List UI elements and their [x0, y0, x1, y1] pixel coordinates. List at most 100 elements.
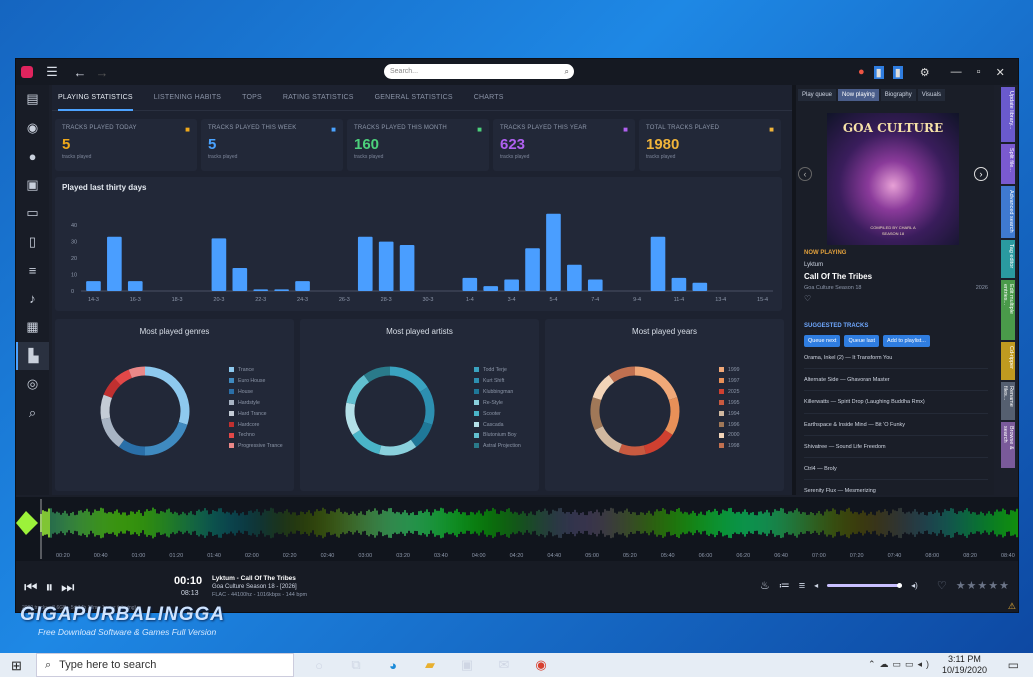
add-to-playlist-button[interactable]: Add to playlist... [883, 335, 930, 347]
explorer-icon[interactable]: ▰ [418, 657, 442, 673]
bar[interactable] [567, 264, 582, 291]
tab-playing-statistics[interactable]: PLAYING STATISTICS [58, 85, 133, 111]
donut-slice[interactable] [101, 417, 125, 448]
bar[interactable] [127, 281, 143, 291]
maximize-button[interactable]: ▫ [977, 66, 981, 78]
taskbar-search[interactable]: ⌕ Type here to search [36, 653, 294, 677]
donut-slice[interactable] [664, 397, 680, 435]
clock[interactable]: 3:11 PM 10/19/2020 [942, 654, 987, 676]
disc-icon[interactable]: ◉ [16, 114, 49, 143]
prev-art-icon[interactable]: ‹ [798, 167, 812, 181]
close-button[interactable]: ✕ [996, 66, 1005, 79]
bar[interactable] [357, 236, 373, 291]
flame-icon[interactable]: ♨ [760, 579, 770, 592]
donut-slice[interactable] [378, 439, 417, 456]
edge-icon[interactable]: ◕ [381, 658, 405, 673]
vertical-tab[interactable]: Browse & search [1001, 422, 1015, 468]
forward-icon[interactable]: → [91, 65, 113, 80]
tab-now-playing[interactable]: Now playing [838, 89, 879, 101]
donut-slice[interactable] [346, 374, 370, 405]
back-icon[interactable]: ← [69, 65, 91, 80]
settings-icon[interactable]: ⚙ [920, 66, 930, 79]
pause-icon[interactable]: ⏸ [46, 579, 54, 596]
vertical-tab[interactable]: Update library... [1001, 87, 1015, 142]
donut-slice[interactable] [643, 429, 673, 455]
bar[interactable] [525, 248, 540, 291]
vertical-tab[interactable]: Edit multiple entries... [1001, 280, 1015, 340]
donut-slice[interactable] [114, 369, 133, 386]
bar[interactable] [232, 267, 248, 291]
queue-icon[interactable]: ≔ [779, 579, 790, 592]
donut-slice[interactable] [128, 366, 146, 379]
cortana-icon[interactable]: ○ [307, 658, 331, 673]
artist-icon[interactable]: ● [16, 142, 49, 171]
donut-slice[interactable] [592, 374, 615, 401]
np-artist[interactable]: Lyktum [804, 262, 988, 268]
queue-last-button[interactable]: Queue last [844, 335, 880, 347]
layout-left-icon[interactable]: ▮ [873, 65, 884, 79]
minimize-button[interactable]: — [951, 66, 962, 78]
donut-slice[interactable] [594, 425, 623, 453]
bar[interactable] [504, 279, 519, 291]
bar[interactable] [253, 289, 269, 291]
volume-slider[interactable] [827, 583, 903, 588]
waveform[interactable]: 00:20 00:40 01:00 01:20 01:40 02:00 02:20 02:40… [16, 497, 1018, 561]
mail-icon[interactable]: ✉ [492, 657, 516, 673]
tab-biography[interactable]: Biography [880, 89, 916, 101]
donut-slice[interactable] [144, 366, 190, 425]
volume-down-icon[interactable]: ◂ [814, 581, 818, 590]
volume-up-icon[interactable]: ◂) [911, 581, 918, 590]
bar[interactable] [211, 238, 227, 291]
bar[interactable] [483, 286, 499, 291]
notification-icon[interactable]: ▭ [1008, 658, 1019, 672]
vertical-tab[interactable]: Split file... [1001, 144, 1015, 184]
library-icon[interactable]: ▤ [16, 85, 49, 114]
contacts-icon[interactable]: ▣ [16, 171, 49, 200]
donut-slice[interactable] [352, 429, 382, 455]
search-icon[interactable]: ⌕ [565, 64, 569, 79]
donut-slice[interactable] [419, 387, 435, 425]
music-icon[interactable]: ♪ [16, 285, 49, 314]
system-tray-icons[interactable]: ⌃☁▭▭◂) [868, 659, 933, 670]
statistics-icon[interactable]: ▙ [16, 341, 49, 370]
playlist-icon[interactable]: ≡ [16, 256, 49, 285]
donut-slice[interactable] [618, 443, 647, 456]
bar[interactable] [587, 279, 603, 291]
warning-icon[interactable]: ⚠ [1008, 601, 1016, 612]
donut-slice[interactable] [410, 421, 433, 448]
tab-general-statistics[interactable]: GENERAL STATISTICS [375, 85, 453, 111]
suggested-track[interactable]: Orama, Inkel (2) — It Transform You [804, 347, 988, 370]
bar[interactable] [650, 236, 666, 291]
donut-slice[interactable] [389, 366, 428, 393]
search-side-icon[interactable]: ⌕ [16, 399, 49, 428]
donut-slice[interactable] [144, 421, 188, 456]
donut-slice[interactable] [590, 397, 603, 430]
next-icon[interactable]: ⏭ [61, 579, 75, 596]
suggested-track[interactable]: Killerwatts — Spirit Drop (Laughing Budd… [804, 391, 988, 414]
document-icon[interactable]: ▯ [16, 228, 49, 257]
bar[interactable] [107, 236, 122, 291]
radio-icon[interactable]: ◎ [16, 370, 49, 399]
bar[interactable] [399, 244, 415, 291]
donut-slice[interactable] [100, 394, 113, 420]
chrome-icon[interactable]: ◉ [529, 657, 553, 673]
windows-start-icon[interactable]: ⊞ [11, 658, 22, 674]
queue-next-button[interactable]: Queue next [804, 335, 841, 347]
monitor-icon[interactable]: ▭ [16, 199, 49, 228]
theme-icon[interactable]: ● [858, 66, 865, 78]
donut-slice[interactable] [634, 366, 678, 401]
donut-slice[interactable] [608, 366, 636, 383]
next-art-icon[interactable]: › [974, 167, 988, 181]
bar[interactable] [274, 289, 289, 291]
suggested-track[interactable]: Shivatree — Sound Life Freedom [804, 436, 988, 458]
bar[interactable] [295, 281, 310, 291]
menu-icon[interactable]: ☰ [41, 64, 63, 80]
tab-play-queue[interactable]: Play queue [798, 89, 837, 101]
donut-slice[interactable] [103, 378, 121, 399]
bar[interactable] [546, 213, 561, 291]
previous-icon[interactable]: ⏮ [24, 579, 38, 596]
tab-tops[interactable]: TOPS [242, 85, 262, 111]
search-input[interactable]: Search... ⌕ [384, 64, 574, 79]
suggested-track[interactable]: Alternate Side — Ghavoran Master [804, 369, 988, 392]
donut-slice[interactable] [363, 366, 391, 383]
